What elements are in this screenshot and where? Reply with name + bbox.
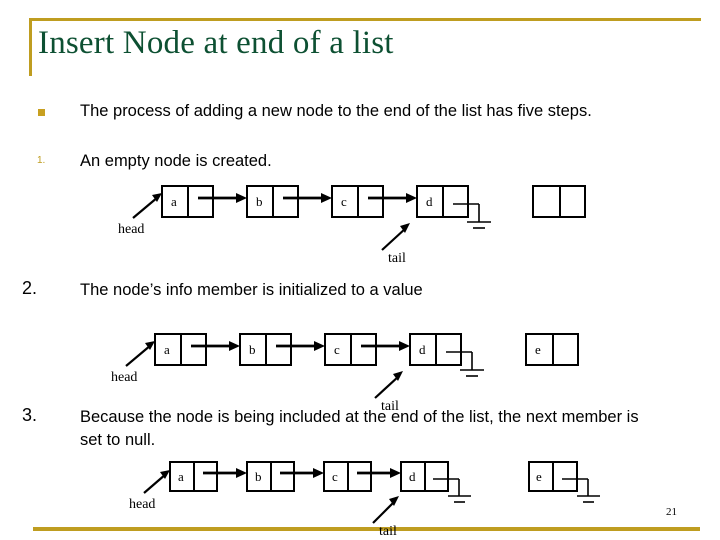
node-value-c-2: c (334, 342, 340, 357)
page-number: 21 (666, 506, 677, 518)
list-node-d-1: d (416, 185, 469, 218)
list-node-c-1: c (331, 185, 384, 218)
node-value-b-2: b (249, 342, 256, 357)
diagram-step-2: head a b c d tail e (103, 328, 603, 414)
list-node-new-3: e (528, 461, 578, 492)
head-label-1: head (118, 222, 144, 237)
page-title: Insert Node at end of a list (38, 25, 394, 61)
node-value-b-3: b (255, 469, 262, 484)
list-node-new-2: e (525, 333, 579, 366)
bullet-marker-1: 1. (37, 155, 46, 166)
title-rule-left (29, 18, 32, 76)
node-value-new-2: e (535, 342, 541, 357)
list-node-c-2: c (324, 333, 377, 366)
list-node-d-2: d (409, 333, 462, 366)
list-node-c-3: c (323, 461, 372, 492)
node-value-d-3: d (409, 469, 416, 484)
tail-pointer-arrow-2 (374, 371, 403, 399)
list-node-a-2: a (154, 333, 207, 366)
list-node-d-3: d (400, 461, 449, 492)
slide-canvas: Insert Node at end of a list The process… (0, 0, 720, 540)
list-node-b-1: b (246, 185, 299, 218)
list-node-b-2: b (239, 333, 292, 366)
head-label-3: head (129, 497, 155, 512)
tail-label-3: tail (379, 524, 397, 539)
list-node-a-1: a (161, 185, 214, 218)
node-value-c-3: c (332, 469, 338, 484)
head-label-2: head (111, 370, 137, 385)
node-value-new-3: e (536, 469, 542, 484)
node-value-a-1: a (171, 194, 177, 209)
list-node-new-1 (532, 185, 586, 218)
diagram-step-1: head a b c d tail (110, 180, 610, 266)
node-value-a-3: a (178, 469, 184, 484)
diagram-step-3: head a b c d tail e (121, 457, 621, 539)
node-value-d-1: d (426, 194, 433, 209)
bullet-text-1: An empty node is created. (80, 152, 272, 170)
bullet-marker-3: 3. (22, 405, 38, 425)
head-pointer-arrow-3 (143, 470, 170, 494)
node-value-a-2: a (164, 342, 170, 357)
head-pointer-arrow-1 (132, 193, 162, 219)
bullet-square-icon (38, 109, 45, 116)
node-value-d-2: d (419, 342, 426, 357)
tail-pointer-arrow-1 (381, 223, 410, 251)
node-value-b-1: b (256, 194, 263, 209)
tail-label-1: tail (388, 251, 406, 266)
bullet-text-3: Because the node is being included at th… (80, 408, 639, 449)
bullet-text-2: The node’s info member is initialized to… (80, 281, 423, 299)
list-node-b-3: b (246, 461, 295, 492)
list-node-a-3: a (169, 461, 218, 492)
node-value-c-1: c (341, 194, 347, 209)
bullet-text-0: The process of adding a new node to the … (80, 102, 592, 120)
head-pointer-arrow-2 (125, 341, 155, 367)
bullet-marker-2: 2. (22, 278, 38, 298)
tail-pointer-arrow-3 (372, 496, 399, 524)
